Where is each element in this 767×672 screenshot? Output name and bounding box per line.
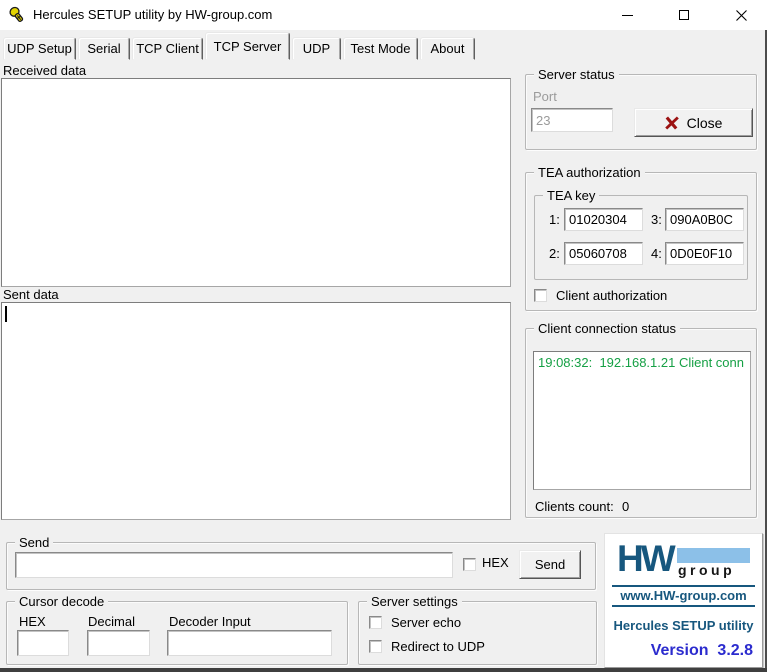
decoder-input[interactable]	[167, 630, 332, 656]
client-connection-status-group: Client connection status 19:08:32: 192.1…	[525, 328, 757, 518]
tea-key-2-label: 2:	[549, 246, 560, 261]
minimize-button[interactable]	[604, 0, 650, 30]
logo-app-name: Hercules SETUP utility	[605, 618, 762, 633]
tea-authorization-group: TEA authorization TEA key 1: 3: 2: 4: Cl…	[525, 172, 757, 311]
tea-key-3-label: 3:	[651, 212, 662, 227]
logo-website-link[interactable]: www.HW-group.com	[605, 588, 762, 603]
tea-key-title: TEA key	[543, 188, 599, 203]
window-title: Hercules SETUP utility by HW-group.com	[33, 0, 272, 30]
logo-divider-bottom	[612, 605, 755, 607]
hex-checkbox[interactable]	[463, 558, 476, 571]
sent-data-area[interactable]	[1, 302, 511, 520]
maximize-button[interactable]	[661, 0, 707, 30]
clients-count-label: Clients count:	[535, 499, 614, 514]
close-server-button[interactable]: Close	[634, 108, 753, 137]
cursor-hex-input[interactable]	[17, 630, 69, 656]
received-data-area[interactable]	[1, 78, 511, 287]
hex-label: HEX	[482, 555, 509, 570]
cursor-decimal-input[interactable]	[87, 630, 150, 656]
tab-udp[interactable]: UDP	[292, 37, 341, 60]
tab-bar: UDP Setup Serial TCP Client TCP Server U…	[0, 32, 767, 60]
port-label: Port	[533, 89, 557, 104]
client-authorization-label: Client authorization	[556, 288, 667, 303]
title-bar: Hercules SETUP utility by HW-group.com	[0, 0, 767, 30]
server-status-title: Server status	[534, 67, 619, 82]
send-input[interactable]	[15, 552, 453, 578]
tea-key-2-input[interactable]	[564, 242, 643, 265]
close-server-label: Close	[687, 115, 723, 131]
tea-key-4-input[interactable]	[665, 242, 744, 265]
send-button[interactable]: Send	[519, 550, 581, 579]
tea-key-group: TEA key 1: 3: 2: 4:	[534, 195, 748, 280]
hercules-app-icon	[8, 6, 26, 24]
tab-tcp-client[interactable]: TCP Client	[132, 37, 203, 60]
tea-key-4-label: 4:	[651, 246, 662, 261]
close-icon	[736, 10, 747, 21]
server-status-group: Server status Port Close	[525, 74, 757, 150]
client-log-list[interactable]: 19:08:32: 192.168.1.21 Client conn	[533, 351, 751, 490]
client-connection-status-title: Client connection status	[534, 321, 680, 336]
close-window-button[interactable]	[718, 0, 764, 30]
server-settings-title: Server settings	[367, 594, 462, 609]
sent-data-label: Sent data	[3, 287, 59, 302]
tea-authorization-title: TEA authorization	[534, 165, 645, 180]
hwgroup-logo-panel[interactable]: HW group www.HW-group.com Hercules SETUP…	[604, 533, 763, 668]
maximize-icon	[679, 10, 689, 20]
tab-udp-setup[interactable]: UDP Setup	[3, 37, 76, 60]
tab-serial[interactable]: Serial	[78, 37, 130, 60]
logo-blue-bar	[677, 548, 750, 563]
tea-key-3-input[interactable]	[665, 208, 744, 231]
clients-count-value: 0	[622, 499, 629, 514]
decoder-input-label: Decoder Input	[169, 614, 251, 629]
cursor-decode-title: Cursor decode	[15, 594, 108, 609]
close-x-icon	[665, 116, 680, 130]
cursor-decimal-label: Decimal	[88, 614, 135, 629]
send-group: Send HEX Send	[6, 542, 596, 590]
port-input[interactable]	[531, 108, 613, 132]
send-button-label: Send	[535, 557, 565, 572]
redirect-to-udp-checkbox[interactable]	[369, 640, 382, 653]
server-echo-label: Server echo	[391, 615, 461, 630]
text-caret	[5, 306, 7, 322]
app-window: Hercules SETUP utility by HW-group.com U…	[0, 0, 767, 672]
cursor-decode-group: Cursor decode HEX Decimal Decoder Input	[6, 601, 348, 665]
server-echo-checkbox[interactable]	[369, 616, 382, 629]
minimize-icon	[622, 15, 633, 16]
logo-version: Version 3.2.8	[651, 642, 753, 660]
logo-group-text: group	[678, 562, 735, 578]
client-authorization-checkbox[interactable]	[534, 289, 547, 302]
cursor-hex-label: HEX	[19, 614, 46, 629]
tea-key-1-input[interactable]	[564, 208, 643, 231]
tab-about[interactable]: About	[420, 37, 475, 60]
logo-hw-text: HW	[617, 538, 673, 580]
send-group-title: Send	[15, 535, 53, 550]
tab-test-mode[interactable]: Test Mode	[343, 37, 418, 60]
window-edge-bottom	[0, 668, 767, 672]
server-settings-group: Server settings Server echo Redirect to …	[358, 601, 597, 665]
received-data-label: Received data	[3, 63, 86, 78]
tea-key-1-label: 1:	[549, 212, 560, 227]
logo-divider-top	[612, 585, 755, 587]
redirect-to-udp-label: Redirect to UDP	[391, 639, 485, 654]
tab-tcp-server[interactable]: TCP Server	[205, 32, 290, 60]
client-log-line: 19:08:32: 192.168.1.21 Client conn	[538, 355, 744, 370]
